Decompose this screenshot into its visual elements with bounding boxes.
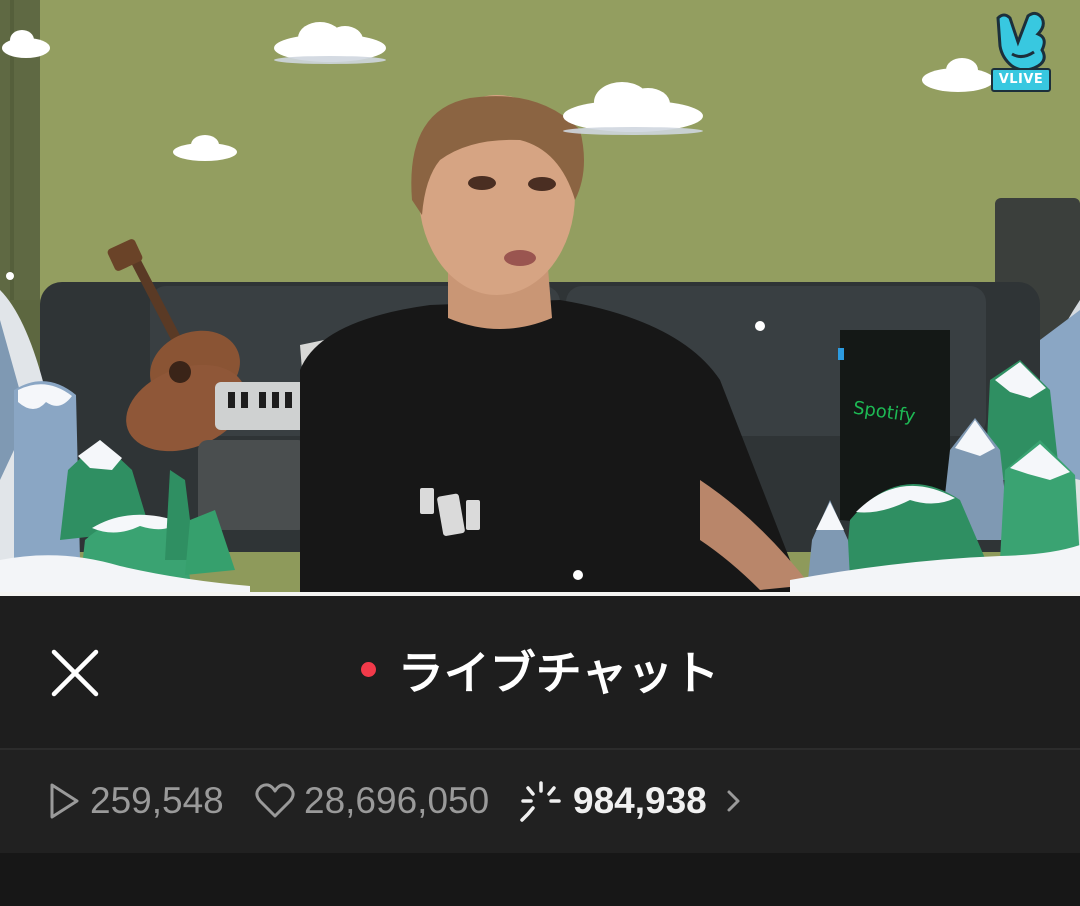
play-count-stat: 259,548	[46, 778, 224, 824]
chat-count-button[interactable]: 984,938	[519, 778, 745, 824]
video-player[interactable]: Spotify VLIVE	[0, 0, 1080, 596]
heart-icon	[255, 783, 295, 818]
chat-title-area: ライブチャット	[0, 644, 1080, 702]
chat-count: 984,938	[573, 780, 707, 821]
chevron-right-icon	[727, 790, 740, 812]
chat-burst-icon	[520, 781, 561, 822]
video-frame-image: Spotify	[0, 0, 1080, 596]
chat-header: ライブチャット	[0, 596, 1080, 748]
chat-messages-area	[0, 853, 1080, 906]
live-indicator-dot	[360, 661, 376, 677]
play-count: 259,548	[90, 780, 224, 821]
play-icon	[50, 783, 79, 819]
like-count: 28,696,050	[304, 780, 490, 821]
stats-bar: 259,548 28,696,050 984,938	[0, 750, 1080, 853]
like-count-stat: 28,696,050	[254, 778, 489, 824]
chat-title: ライブチャット	[397, 646, 720, 700]
vlive-logo-text: VLIVE	[991, 68, 1051, 92]
